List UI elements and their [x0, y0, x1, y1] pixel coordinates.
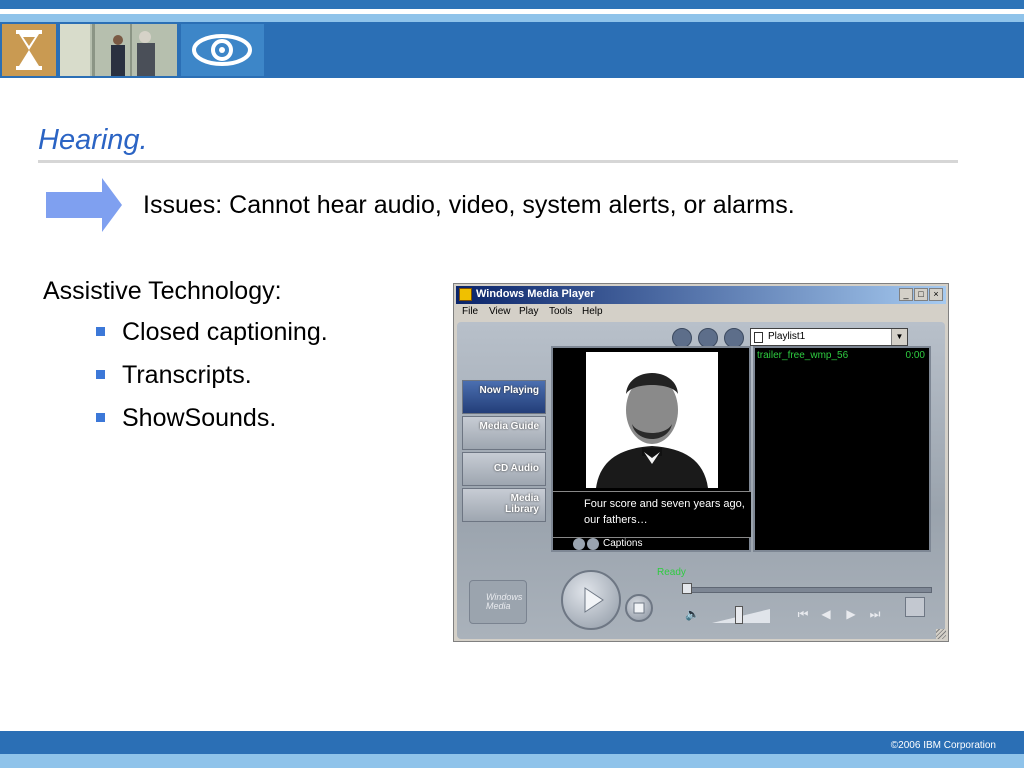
footer-band [0, 731, 1024, 754]
mute-icon[interactable]: 🔈 [685, 607, 700, 621]
fast-forward-icon[interactable]: ▶ [843, 607, 859, 621]
windows-media-logo: Windows Media [469, 580, 527, 624]
issues-text: Issues: Cannot hear audio, video, system… [143, 191, 795, 219]
video-pane[interactable]: Four score and seven years ago, our fath… [551, 346, 751, 552]
resize-grip[interactable] [936, 629, 946, 639]
feature-taskbar: Now Playing Media Guide CD Audio Media L… [462, 380, 548, 530]
bullet-marker [96, 413, 105, 422]
menu-bar: File View Play Tools Help [456, 305, 946, 321]
info-icon[interactable] [698, 328, 718, 348]
menu-file[interactable]: File [462, 306, 478, 317]
volume-thumb[interactable] [735, 606, 743, 624]
business-photo [60, 24, 177, 76]
chevron-down-icon[interactable]: ▼ [891, 329, 907, 345]
play-button[interactable] [561, 570, 621, 630]
caption-text: Four score and seven years ago, our fath… [584, 498, 745, 526]
track-time: 0:00 [905, 350, 925, 361]
right-arrow-icon [44, 176, 124, 239]
assistive-heading: Assistive Technology: [43, 277, 282, 305]
previous-caption-icon[interactable] [573, 538, 585, 550]
footer-stripe [0, 754, 1024, 768]
playlist-selected: Playlist1 [768, 331, 806, 342]
app-icon [459, 288, 472, 301]
seek-thumb[interactable] [682, 583, 692, 594]
menu-help[interactable]: Help [582, 306, 603, 317]
bullet-item: Closed captioning. [96, 318, 328, 361]
nav-label: Now Playing [479, 385, 539, 396]
nav-cd-audio[interactable]: CD Audio [462, 452, 546, 486]
title-divider [38, 160, 958, 163]
portrait-image [586, 352, 718, 488]
eye-icon [181, 24, 264, 76]
bullet-text: Transcripts. [122, 361, 252, 389]
close-button[interactable]: × [929, 288, 943, 301]
bullet-marker [96, 370, 105, 379]
skip-back-icon[interactable]: ⏮ [795, 607, 811, 621]
nav-media-guide[interactable]: Media Guide [462, 416, 546, 450]
menu-play[interactable]: Play [519, 306, 538, 317]
skip-forward-icon[interactable]: ⏭ [867, 607, 883, 621]
copyright-text: ©2006 IBM Corporation [890, 740, 996, 751]
stop-button[interactable] [625, 594, 653, 622]
header-light-stripe [0, 14, 1024, 22]
nav-media-library[interactable]: Media Library [462, 488, 546, 522]
logo-text: Windows Media [486, 592, 523, 611]
track-name: trailer_free_wmp_56 [757, 350, 849, 361]
caption-bar: Captions [553, 536, 749, 552]
menu-tools[interactable]: Tools [549, 306, 572, 317]
header-top-stripe [0, 0, 1024, 9]
slide-title: Hearing. [38, 124, 148, 156]
maximize-button[interactable]: □ [914, 288, 928, 301]
playlist-select[interactable]: Playlist1 ▼ [750, 328, 908, 346]
media-player-window: Windows Media Player _ □ × File View Pla… [453, 283, 949, 642]
caption-box: Four score and seven years ago, our fath… [553, 491, 751, 538]
playlist-icon [754, 332, 763, 343]
window-title: Windows Media Player [476, 288, 595, 300]
player-body: Playlist1 ▼ Now Playing Media Guide CD A… [457, 322, 945, 639]
status-text: Ready [657, 567, 686, 578]
bullet-list: Closed captioning. Transcripts. ShowSoun… [96, 318, 328, 447]
equalizer-icon[interactable] [672, 328, 692, 348]
captions-label: Captions [603, 538, 643, 549]
nav-label: Media Library [505, 493, 539, 515]
bullet-marker [96, 327, 105, 336]
nav-label: Media Guide [479, 421, 539, 432]
skin-mode-icon[interactable] [905, 597, 925, 617]
minimize-button[interactable]: _ [899, 288, 913, 301]
bullet-item: ShowSounds. [96, 404, 328, 447]
playlist-row[interactable]: trailer_free_wmp_56 0:00 [757, 350, 927, 362]
bullet-text: Closed captioning. [122, 318, 328, 346]
rewind-icon[interactable]: ◀ [818, 607, 834, 621]
nav-now-playing[interactable]: Now Playing [462, 380, 546, 414]
hourglass-icon [2, 24, 56, 76]
window-titlebar[interactable]: Windows Media Player _ □ × [456, 286, 946, 304]
playlist-pane: trailer_free_wmp_56 0:00 [753, 346, 931, 552]
nav-label: CD Audio [493, 463, 539, 474]
shuffle-icon[interactable] [724, 328, 744, 348]
menu-view[interactable]: View [489, 306, 511, 317]
bullet-item: Transcripts. [96, 361, 328, 404]
seek-bar[interactable] [682, 587, 932, 593]
next-caption-icon[interactable] [587, 538, 599, 550]
bullet-text: ShowSounds. [122, 404, 277, 432]
